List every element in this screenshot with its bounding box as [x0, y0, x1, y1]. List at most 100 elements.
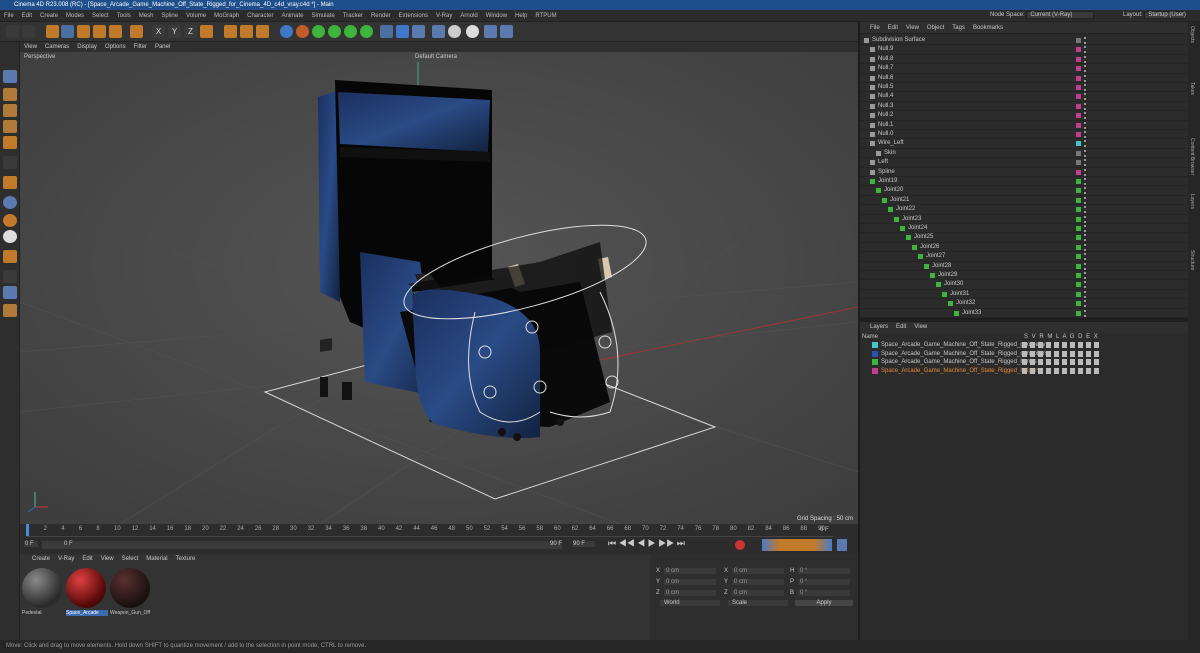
layer-color-dot[interactable] [1076, 56, 1081, 62]
layer-color-swatch[interactable] [872, 342, 878, 348]
layer-color-dot[interactable] [1076, 254, 1081, 260]
side-tab[interactable]: Content Browser [1189, 138, 1195, 175]
layer-color-dot[interactable] [1076, 66, 1081, 72]
visibility-dots[interactable] [1084, 272, 1088, 279]
object-row[interactable]: Joint31 [860, 290, 1190, 300]
object-row[interactable]: Joint26 [860, 243, 1190, 253]
visibility-dots[interactable] [1084, 159, 1088, 167]
redo-icon[interactable] [22, 25, 35, 38]
object-row[interactable]: Joint27 [860, 252, 1190, 262]
object-menu-item[interactable]: Object [923, 22, 948, 34]
object-menu-item[interactable]: Edit [884, 22, 902, 34]
menu-item[interactable]: V-Ray [432, 10, 456, 22]
polygons-mode-icon[interactable] [3, 136, 17, 149]
axis-mode-icon[interactable] [3, 156, 17, 169]
layer-color-dot[interactable] [1076, 38, 1081, 43]
layer-color-swatch[interactable] [872, 350, 878, 357]
workplane-icon[interactable] [3, 230, 17, 243]
layer-color-dot[interactable] [1076, 207, 1081, 213]
transform-tool-icon[interactable] [130, 25, 143, 38]
layer-color-dot[interactable] [1076, 244, 1081, 250]
visibility-dots[interactable] [1084, 281, 1088, 289]
texture-mode-icon[interactable] [3, 88, 17, 101]
object-menu-item[interactable]: File [866, 22, 884, 34]
object-row[interactable]: Subdivision Surface [860, 36, 1190, 46]
layer-color-dot[interactable] [1076, 179, 1081, 184]
menu-item[interactable]: Volume [182, 10, 210, 22]
layer-toggle-icons[interactable] [1022, 350, 1102, 357]
layer-toggle-icons[interactable] [1022, 359, 1102, 365]
playback-controls[interactable]: ⏮ ◀◀ ◀ ▶ ▶▶ ⏭ [608, 538, 685, 549]
menu-item[interactable]: Tracker [339, 10, 367, 22]
coord-size-select[interactable]: Scale [728, 600, 788, 606]
object-row[interactable]: Joint29 [860, 271, 1190, 281]
field-icon[interactable] [360, 25, 373, 38]
layer-color-dot[interactable] [1076, 216, 1081, 222]
object-row[interactable]: Joint20 [860, 186, 1190, 196]
coord-field[interactable]: 0 cm [664, 579, 716, 585]
lock-icon[interactable] [3, 270, 17, 283]
pen-spline-icon[interactable] [296, 25, 309, 38]
object-row[interactable]: Null.7 [860, 64, 1190, 74]
record-icon[interactable] [735, 540, 745, 550]
visibility-dots[interactable] [1084, 196, 1088, 204]
end-frame-field[interactable]: 90 F [573, 541, 595, 547]
layer-color-dot[interactable] [1076, 301, 1081, 307]
object-row[interactable]: Joint23 [860, 215, 1190, 224]
visibility-dots[interactable] [1084, 121, 1088, 129]
vray-frame-buffer-icon[interactable] [500, 25, 513, 38]
object-row[interactable]: Null.4 [860, 92, 1190, 102]
object-row[interactable]: Joint32 [860, 299, 1190, 309]
layer-menu-item[interactable]: Layers [866, 322, 892, 333]
layer-toggle-icons[interactable] [1022, 367, 1102, 374]
object-row[interactable]: Null.6 [860, 74, 1190, 83]
sculpt-icon[interactable] [3, 250, 17, 263]
visibility-dots[interactable] [1084, 46, 1088, 54]
visibility-dots[interactable] [1084, 178, 1088, 185]
layer-toggle-icons[interactable] [1022, 342, 1102, 348]
coord-field[interactable]: 0 ° [798, 590, 850, 596]
layer-color-dot[interactable] [1076, 226, 1081, 231]
visibility-dots[interactable] [1084, 37, 1088, 44]
globe-icon[interactable] [466, 25, 479, 38]
floor-icon[interactable] [396, 25, 409, 38]
side-tab[interactable]: Objects [1189, 26, 1195, 43]
menu-item[interactable]: Render [367, 10, 395, 22]
menu-item[interactable]: Extensions [395, 10, 432, 22]
visibility-dots[interactable] [1084, 262, 1088, 270]
menu-item[interactable]: Character [243, 10, 277, 22]
visibility-dots[interactable] [1084, 300, 1088, 308]
light-icon[interactable] [432, 25, 445, 38]
timeline-ruler[interactable]: 0246810121416182022242628303234363840424… [26, 525, 834, 537]
move-tool-icon[interactable] [61, 25, 74, 38]
viewport[interactable]: Perspective Default Camera Grid Spacing … [20, 52, 858, 524]
visibility-dots[interactable] [1084, 234, 1088, 242]
viewport-nav-icons[interactable]: ✥ ⌂ ⤢ ▢ [820, 52, 848, 53]
object-row[interactable]: Null.8 [860, 55, 1190, 65]
layer-color-dot[interactable] [1076, 85, 1081, 90]
visibility-dots[interactable] [1084, 206, 1088, 214]
visibility-dots[interactable] [1084, 140, 1088, 148]
layer-name[interactable]: Space_Arcade_Game_Machine_Off_State_Rigg… [881, 341, 1045, 350]
subdivision-icon[interactable] [312, 25, 325, 38]
camera-icon[interactable] [380, 25, 393, 38]
coordinate-system-icon[interactable] [200, 25, 213, 38]
menu-item[interactable]: Modes [62, 10, 88, 22]
menu-item[interactable]: Create [36, 10, 62, 22]
points-mode-icon[interactable] [3, 104, 17, 117]
coord-field[interactable]: 0 cm [732, 568, 784, 574]
layer-color-swatch[interactable] [872, 367, 878, 374]
layer-name[interactable]: Space_Arcade_Game_Machine_Off_State_Rigg… [881, 367, 1040, 376]
paint-icon[interactable] [3, 304, 17, 317]
layer-color-dot[interactable] [1076, 75, 1081, 81]
visibility-dots[interactable] [1084, 55, 1088, 63]
layer-color-dot[interactable] [1076, 273, 1081, 278]
x-axis-icon[interactable]: X [152, 25, 165, 38]
object-row[interactable]: Joint21 [860, 196, 1190, 206]
object-row[interactable]: Joint22 [860, 205, 1190, 215]
viewport-menu-item[interactable]: Display [73, 42, 101, 52]
render-view-icon[interactable] [240, 25, 253, 38]
layer-color-dot[interactable] [1076, 197, 1081, 203]
layer-row[interactable]: Space_Arcade_Game_Machine_Off_State_Rigg… [860, 341, 1190, 350]
layer-color-dot[interactable] [1076, 282, 1081, 288]
